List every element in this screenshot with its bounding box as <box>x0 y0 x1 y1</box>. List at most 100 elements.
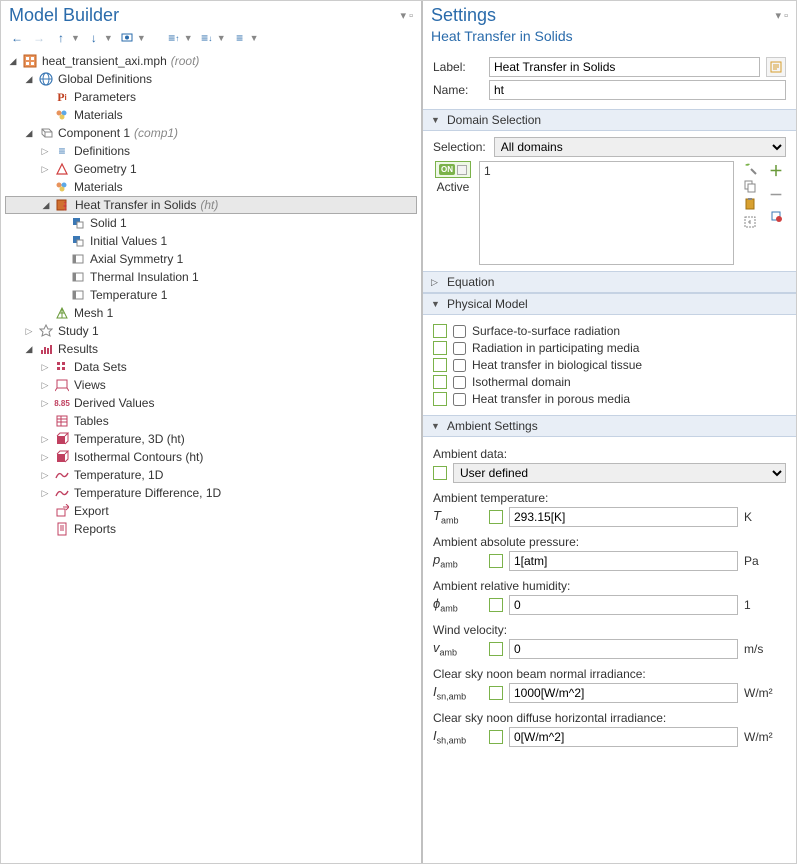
boundary-icon <box>70 269 86 285</box>
settings-title: Settings <box>431 5 496 26</box>
expand-chk-icon[interactable] <box>489 598 503 612</box>
expand-chk-icon[interactable] <box>433 375 447 389</box>
tree-solid[interactable]: Solid 1 <box>5 214 417 232</box>
tree-root[interactable]: ◢ heat_transient_axi.mph (root) <box>5 52 417 70</box>
tree-parameters[interactable]: Pi Parameters <box>5 88 417 106</box>
tree-tables[interactable]: Tables <box>5 412 417 430</box>
phiamb-symbol: ϕamb <box>433 596 483 614</box>
collapse-icon[interactable]: ≡↑ <box>166 30 182 46</box>
down-icon[interactable]: ↓ <box>86 30 102 46</box>
expand-chk-icon[interactable] <box>489 642 503 656</box>
ishamb-input[interactable] <box>509 727 738 747</box>
vamb-input[interactable] <box>509 639 738 659</box>
settings-subtitle: Heat Transfer in Solids <box>423 28 796 48</box>
tree-materials-global[interactable]: Materials <box>5 106 417 124</box>
solid-icon <box>70 215 86 231</box>
tree-views[interactable]: ▷ Views <box>5 376 417 394</box>
tree-initial-values[interactable]: Initial Values 1 <box>5 232 417 250</box>
tree-tempdiff1d[interactable]: ▷ Temperature Difference, 1D <box>5 484 417 502</box>
ishamb-symbol: Ish,amb <box>433 728 483 746</box>
tamb-symbol: Tamb <box>433 508 483 526</box>
tree-derived-values[interactable]: ▷ 8.85 Derived Values <box>5 394 417 412</box>
tree-heat-transfer[interactable]: ◢ Heat Transfer in Solids (ht) <box>5 196 417 214</box>
tree-definitions[interactable]: ▷ ≡ Definitions <box>5 142 417 160</box>
section-ambient-settings[interactable]: ▼Ambient Settings <box>423 415 796 437</box>
chk-isothermal[interactable] <box>453 376 466 389</box>
copy-icon[interactable] <box>743 179 757 193</box>
ambient-data-dropdown[interactable]: User defined <box>453 463 786 483</box>
tree-temp3d[interactable]: ▷ Temperature, 3D (ht) <box>5 430 417 448</box>
tree-geometry[interactable]: ▷ Geometry 1 <box>5 160 417 178</box>
chk-s2s[interactable] <box>453 325 466 338</box>
expand-chk-icon[interactable] <box>489 554 503 568</box>
add-icon[interactable]: ＋ <box>769 161 783 181</box>
expand-chk-icon[interactable] <box>433 392 447 406</box>
expand-chk-icon[interactable] <box>489 510 503 524</box>
root-icon <box>22 53 38 69</box>
up-icon[interactable]: ↑ <box>53 30 69 46</box>
expand-chk-icon[interactable] <box>433 341 447 355</box>
expand-icon[interactable]: ≡↓ <box>199 30 215 46</box>
expand-chk-icon[interactable] <box>433 466 447 480</box>
selection-lbl: Selection: <box>433 140 486 154</box>
panel-menu-icon[interactable]: ▾ ▫ <box>401 9 413 22</box>
isnamb-input[interactable] <box>509 683 738 703</box>
model-builder-title: Model Builder <box>9 5 119 26</box>
panel-menu-icon[interactable]: ▾ ▫ <box>776 9 788 22</box>
show-icon[interactable] <box>119 30 135 46</box>
chk-porous[interactable] <box>453 393 466 406</box>
name-lbl: Name: <box>433 83 483 97</box>
expand-chk-icon[interactable] <box>489 686 503 700</box>
chk-radiation[interactable] <box>453 342 466 355</box>
heat-transfer-icon <box>55 197 71 213</box>
mesh-icon <box>54 305 70 321</box>
name-input[interactable] <box>489 80 786 100</box>
rename-icon[interactable] <box>766 57 786 77</box>
tree-export[interactable]: Export <box>5 502 417 520</box>
back-icon[interactable]: ← <box>9 30 25 46</box>
tree-axial-symmetry[interactable]: Axial Symmetry 1 <box>5 250 417 268</box>
tree-reports[interactable]: Reports <box>5 520 417 538</box>
active-toggle[interactable]: ON <box>435 161 471 178</box>
chk-bio[interactable] <box>453 359 466 372</box>
definitions-icon: ≡ <box>54 143 70 159</box>
tree-mesh[interactable]: Mesh 1 <box>5 304 417 322</box>
selection-listbox[interactable]: 1 <box>479 161 734 265</box>
forward-icon[interactable]: → <box>31 30 47 46</box>
tree-global-definitions[interactable]: ◢ Global Definitions <box>5 70 417 88</box>
tree-results[interactable]: ◢ Results <box>5 340 417 358</box>
phiamb-input[interactable] <box>509 595 738 615</box>
label-input[interactable] <box>489 57 760 77</box>
tree-component[interactable]: ◢ Component 1 (comp1) <box>5 124 417 142</box>
section-domain-selection[interactable]: ▼Domain Selection <box>423 109 796 131</box>
ambient-data-lbl: Ambient data: <box>433 447 786 461</box>
results-icon <box>38 341 54 357</box>
tree-study[interactable]: ▷ Study 1 <box>5 322 417 340</box>
expand-chk-icon[interactable] <box>433 358 447 372</box>
tree-temp1d[interactable]: ▷ Temperature, 1D <box>5 466 417 484</box>
pi-icon: Pi <box>54 89 70 105</box>
export-icon <box>54 503 70 519</box>
tree-iso-contours[interactable]: ▷ Isothermal Contours (ht) <box>5 448 417 466</box>
tree-thermal-insulation[interactable]: Thermal Insulation 1 <box>5 268 417 286</box>
expand-chk-icon[interactable] <box>433 324 447 338</box>
tree-datasets[interactable]: ▷ Data Sets <box>5 358 417 376</box>
expand-chk-icon[interactable] <box>489 730 503 744</box>
plot1d-icon <box>54 467 70 483</box>
paste-icon[interactable] <box>743 197 757 211</box>
section-physical-model[interactable]: ▼Physical Model <box>423 293 796 315</box>
section-equation[interactable]: ▷Equation <box>423 271 796 293</box>
pamb-input[interactable] <box>509 551 738 571</box>
zoom-selection-icon[interactable] <box>743 161 757 175</box>
component-icon <box>38 125 54 141</box>
activate-icon[interactable] <box>769 209 783 223</box>
tamb-input[interactable] <box>509 507 738 527</box>
globe-icon <box>38 71 54 87</box>
tree-temperature-bc[interactable]: Temperature 1 <box>5 286 417 304</box>
remove-icon[interactable]: － <box>769 185 783 205</box>
select-box-icon[interactable] <box>743 215 757 229</box>
tree-materials-comp[interactable]: Materials <box>5 178 417 196</box>
selection-dropdown[interactable]: All domains <box>494 137 786 157</box>
list-icon[interactable]: ≡ <box>232 30 248 46</box>
study-icon <box>38 323 54 339</box>
